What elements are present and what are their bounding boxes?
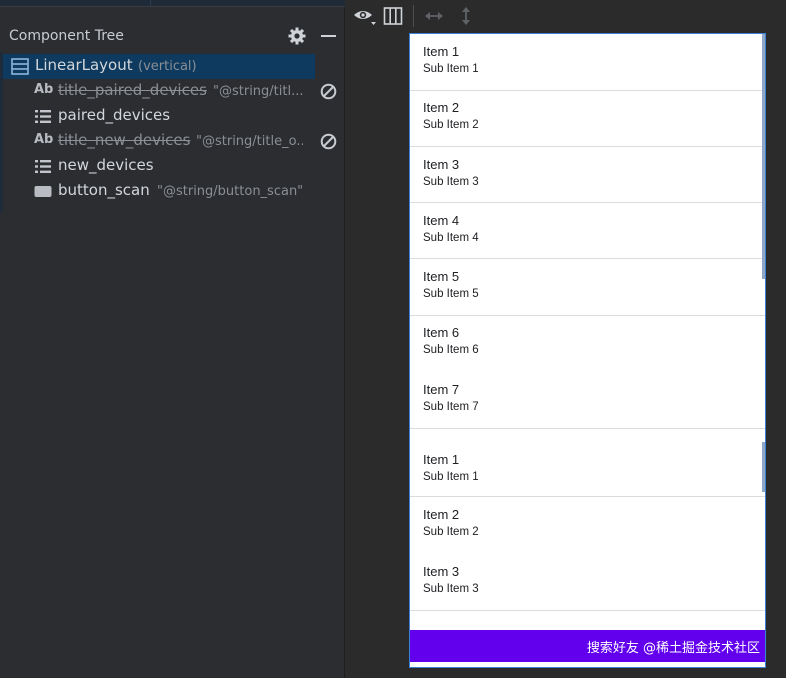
item-title: Item 6 xyxy=(423,325,460,340)
list-item[interactable]: Item 5 Sub Item 5 xyxy=(410,259,765,315)
tree-item-detail: "@string/button_scan" xyxy=(157,184,304,199)
tree-item-title-paired-devices[interactable]: Ab title_paired_devices "@string/titl... xyxy=(3,79,315,104)
item-title: Item 3 xyxy=(423,157,460,172)
toolbar-separator xyxy=(413,5,414,27)
list-item[interactable]: Item 6 Sub Item 6 xyxy=(410,315,765,371)
gear-icon[interactable] xyxy=(287,26,307,46)
list-view-icon xyxy=(35,160,51,173)
list-item[interactable]: Item 1 Sub Item 1 xyxy=(410,442,765,498)
device-bottom-edge xyxy=(410,662,765,667)
scan-button[interactable]: 搜索好友 @稀土掘金技术社区 xyxy=(410,630,765,662)
text-view-icon: Ab xyxy=(34,132,54,147)
item-title: Item 1 xyxy=(423,452,460,467)
list-scrollbar[interactable] xyxy=(762,34,765,279)
item-title: Item 1 xyxy=(423,44,460,59)
panel-title: Component Tree xyxy=(9,28,124,44)
component-tree-header: Component Tree xyxy=(0,17,345,53)
list-item[interactable]: Item 1 Sub Item 1 xyxy=(410,34,765,90)
tree-item-detail: "@string/titl... xyxy=(213,84,303,99)
item-subtitle: Sub Item 1 xyxy=(423,471,479,483)
list-divider xyxy=(410,428,765,429)
tree-item-linearlayout[interactable]: LinearLayout (vertical) xyxy=(3,54,315,79)
item-subtitle: Sub Item 3 xyxy=(423,583,479,595)
tree-item-detail: (vertical) xyxy=(138,59,197,74)
tree-item-title-new-devices[interactable]: Ab title_new_devices "@string/title_o... xyxy=(3,129,315,154)
tree-item-paired-devices[interactable]: paired_devices xyxy=(3,104,315,129)
scan-button-label: 搜索好友 @稀土掘金技术社区 xyxy=(586,641,760,656)
blueprint-icon[interactable] xyxy=(383,5,403,27)
item-subtitle: Sub Item 2 xyxy=(423,526,479,538)
item-title: Item 4 xyxy=(423,213,460,228)
eye-icon[interactable] xyxy=(353,5,377,27)
tree-item-label: new_devices xyxy=(58,156,154,174)
item-subtitle: Sub Item 6 xyxy=(423,344,479,356)
tab-separator xyxy=(150,0,151,7)
item-title: Item 7 xyxy=(423,382,460,397)
design-toolbar xyxy=(346,0,786,32)
list-divider xyxy=(410,610,765,611)
item-subtitle: Sub Item 7 xyxy=(423,401,479,413)
minimize-icon[interactable] xyxy=(320,26,338,46)
list-item[interactable]: Item 3 Sub Item 3 xyxy=(410,147,765,203)
item-subtitle: Sub Item 5 xyxy=(423,288,479,300)
vertical-resize-icon[interactable] xyxy=(456,5,476,27)
text-view-icon: Ab xyxy=(34,82,54,97)
tree-item-button-scan[interactable]: button_scan "@string/button_scan" xyxy=(3,179,315,204)
item-subtitle: Sub Item 4 xyxy=(423,232,479,244)
panel-tab-strip xyxy=(0,0,345,7)
list-item[interactable]: Item 7 Sub Item 7 xyxy=(410,372,765,428)
design-surface: Item 1 Sub Item 1 Item 2 Sub Item 2 Item… xyxy=(346,0,786,678)
item-subtitle: Sub Item 2 xyxy=(423,119,479,131)
tree-item-label: button_scan xyxy=(58,181,150,199)
warning-icon[interactable] xyxy=(320,133,337,150)
list-view-icon xyxy=(35,110,51,123)
list-scrollbar[interactable] xyxy=(762,442,765,492)
list-item[interactable]: Item 2 Sub Item 2 xyxy=(410,497,765,553)
device-preview[interactable]: Item 1 Sub Item 1 Item 2 Sub Item 2 Item… xyxy=(409,33,766,668)
item-title: Item 2 xyxy=(423,507,460,522)
tree-item-label: LinearLayout xyxy=(35,56,133,74)
item-title: Item 2 xyxy=(423,100,460,115)
button-icon xyxy=(34,186,52,197)
item-title: Item 3 xyxy=(423,564,460,579)
item-subtitle: Sub Item 3 xyxy=(423,176,479,188)
item-title: Item 5 xyxy=(423,269,460,284)
linear-layout-icon xyxy=(11,58,29,75)
list-item[interactable]: Item 4 Sub Item 4 xyxy=(410,203,765,259)
component-tree-panel: Component Tree LinearLayout (vertical) A… xyxy=(0,0,345,678)
tree-item-label: paired_devices xyxy=(58,106,171,124)
warning-icon[interactable] xyxy=(320,83,337,100)
horizontal-resize-icon[interactable] xyxy=(423,5,445,27)
list-item[interactable]: Item 3 Sub Item 3 xyxy=(410,554,765,610)
tree-item-label: title_paired_devices xyxy=(58,81,207,99)
tree-item-label: title_new_devices xyxy=(58,131,191,149)
list-item[interactable]: Item 2 Sub Item 2 xyxy=(410,90,765,146)
item-subtitle: Sub Item 1 xyxy=(423,63,479,75)
tree-item-new-devices[interactable]: new_devices xyxy=(3,154,315,179)
tree-item-detail: "@string/title_o... xyxy=(196,134,303,149)
